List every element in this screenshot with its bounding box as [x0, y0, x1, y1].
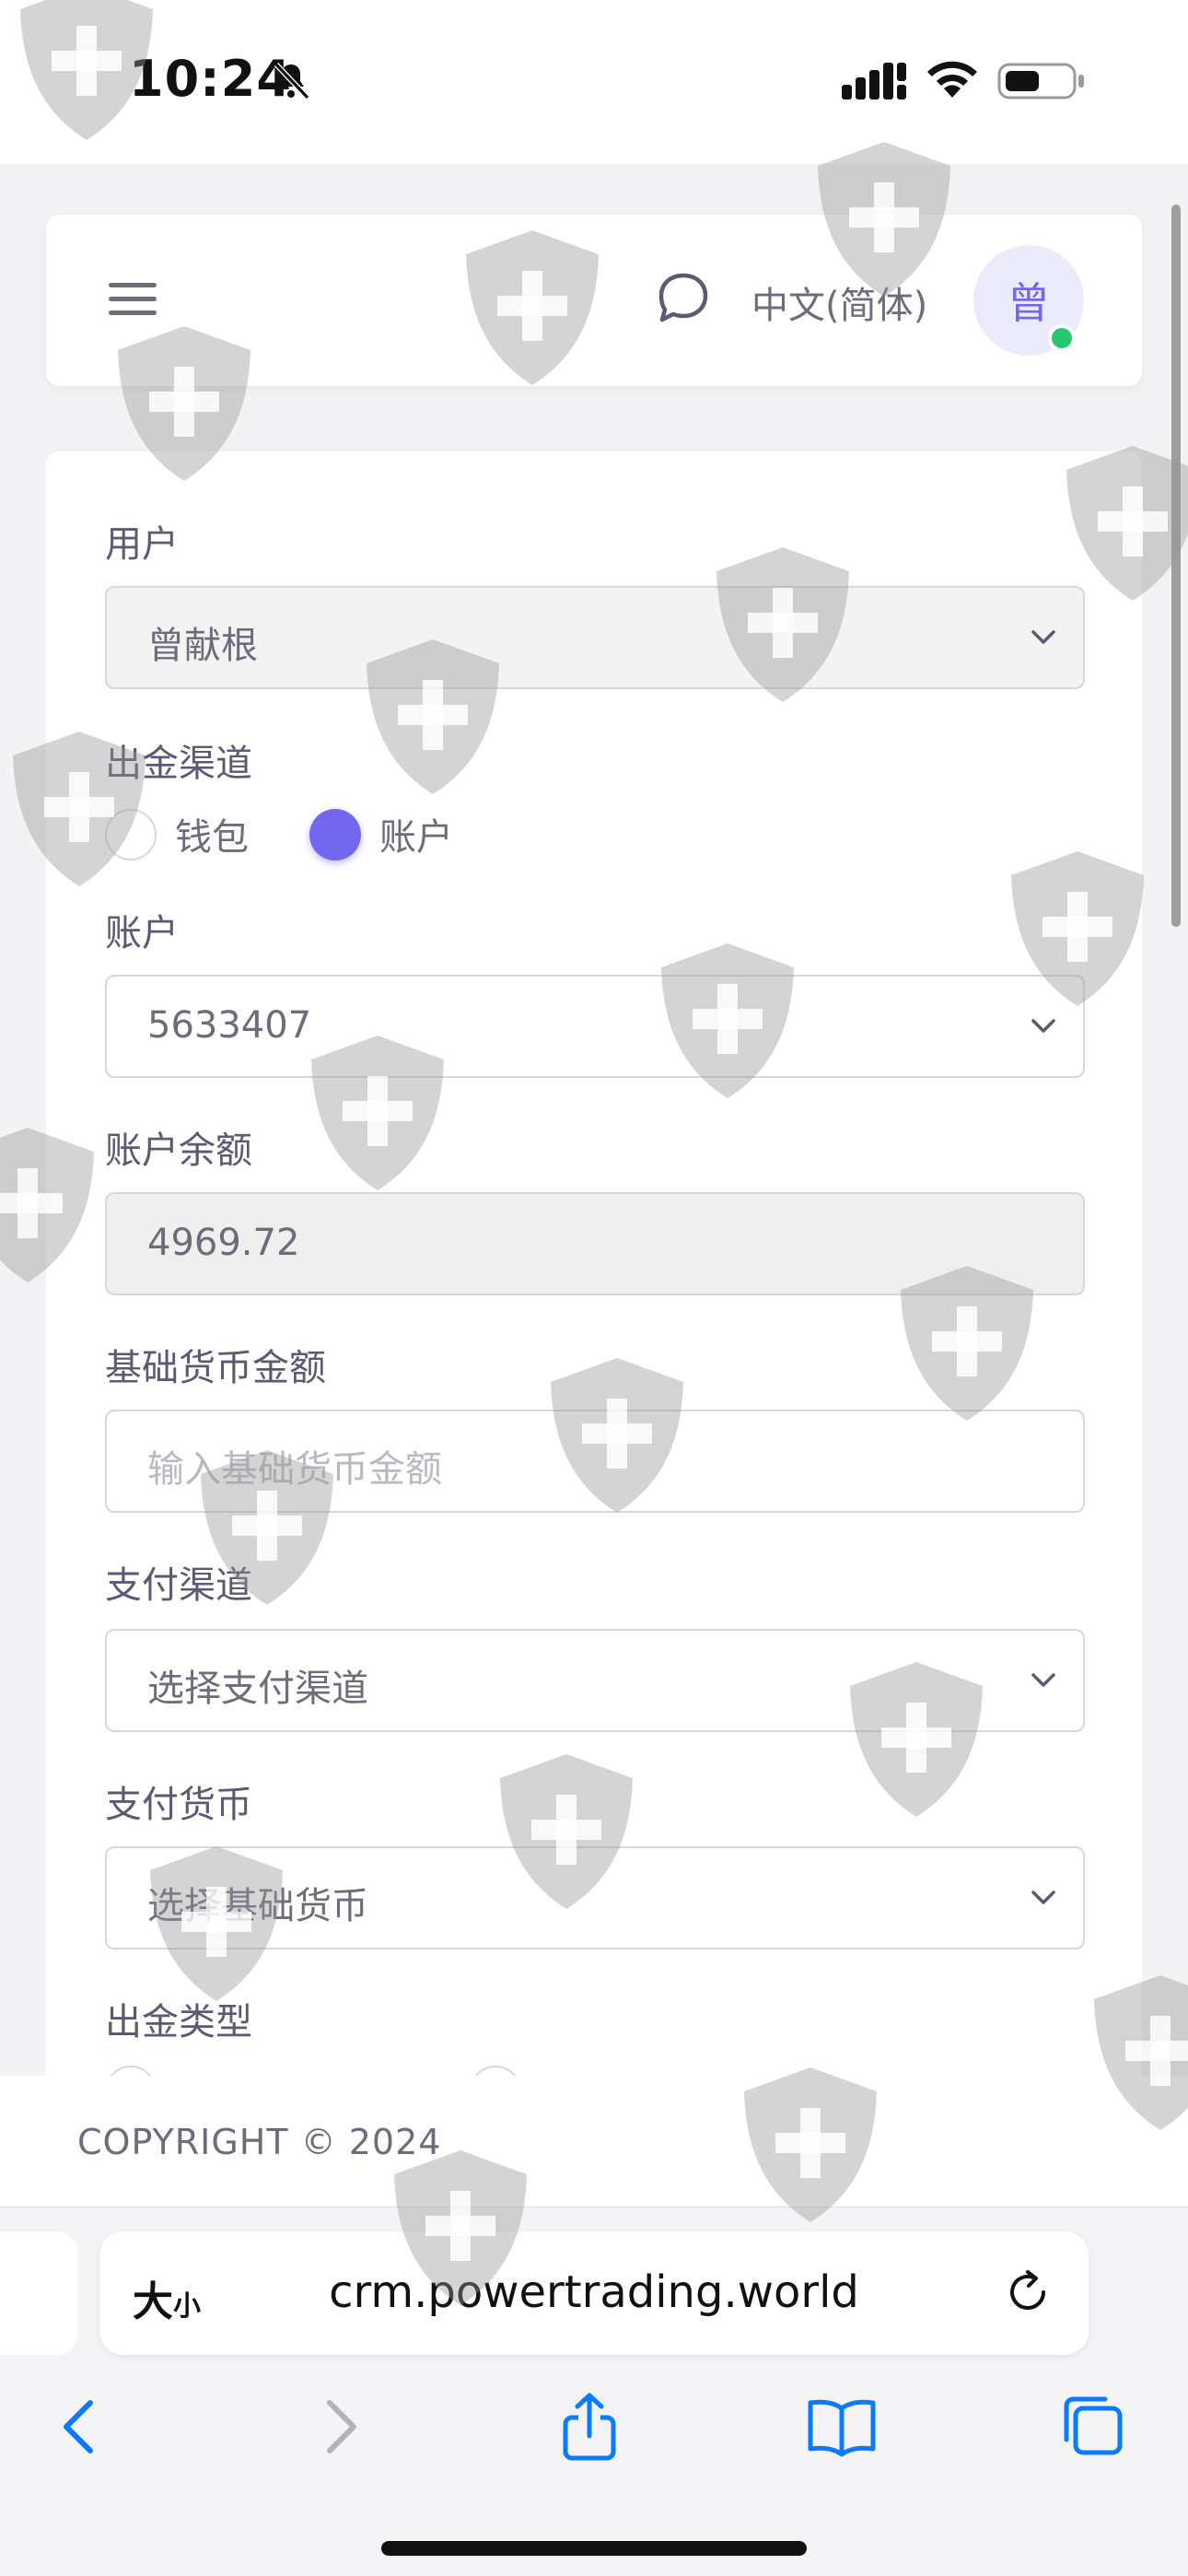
payment-channel-select[interactable]: 选择支付渠道	[105, 1629, 1085, 1732]
home-indicator	[381, 2541, 807, 2556]
url-text[interactable]: crm.powertrading.world	[99, 2266, 1089, 2318]
bookmarks-icon[interactable]	[805, 2390, 879, 2464]
wifi-icon	[927, 61, 977, 98]
status-bar: 10:24	[0, 0, 1188, 164]
top-navbar: 中文(简体) 曾	[46, 215, 1142, 386]
tabs-icon[interactable]	[1055, 2390, 1129, 2464]
address-bar[interactable]: 大小 crm.powertrading.world	[99, 2231, 1089, 2355]
base-amount-label: 基础货币金额	[105, 1347, 326, 1389]
account-balance-value: 4969.72	[147, 1222, 300, 1264]
account-select[interactable]: 5633407	[105, 975, 1085, 1078]
radio-wallet[interactable]	[105, 809, 157, 861]
chevron-down-icon	[1031, 630, 1055, 644]
payment-currency-select-value: 选择基础货币	[147, 1885, 368, 1927]
payment-channel-select-value: 选择支付渠道	[147, 1668, 368, 1710]
bell-slash-icon	[274, 62, 310, 100]
avatar-initial: 曾	[1007, 278, 1050, 328]
previous-tab-peek[interactable]	[0, 2231, 77, 2355]
forward-arrow-icon[interactable]	[302, 2390, 376, 2464]
status-time: 10:24	[129, 50, 292, 108]
withdraw-channel-label: 出金渠道	[105, 743, 252, 785]
page-footer: COPYRIGHT © 2024	[0, 2076, 1188, 2207]
cellular-signal-icon	[842, 63, 906, 100]
radio-account[interactable]	[309, 809, 361, 861]
base-amount-placeholder: 输入基础货币金额	[147, 1448, 442, 1491]
account-label: 账户	[105, 912, 179, 954]
radio-account-label: 账户	[379, 816, 453, 859]
payment-currency-label: 支付货币	[105, 1784, 252, 1826]
withdraw-type-label: 出金类型	[105, 2001, 252, 2043]
base-amount-input[interactable]: 输入基础货币金额	[105, 1410, 1085, 1513]
user-select-value: 曾献根	[147, 625, 258, 667]
hamburger-menu-icon[interactable]	[107, 277, 158, 322]
chat-bubble-icon[interactable]	[654, 268, 713, 327]
language-selector[interactable]: 中文(简体)	[751, 275, 927, 329]
chevron-down-icon	[1031, 1019, 1055, 1033]
payment-currency-select[interactable]: 选择基础货币	[105, 1846, 1085, 1950]
screen: 10:24 中文(简体) 曾 用户 曾献根 出金渠道 钱包 账户 账户 5633…	[0, 0, 1188, 2576]
copyright-text: COPYRIGHT © 2024	[77, 2122, 442, 2162]
browser-toolbar: 大小 crm.powertrading.world	[0, 2207, 1188, 2576]
battery-icon	[997, 63, 1084, 100]
payment-channel-label: 支付渠道	[105, 1564, 252, 1607]
share-icon[interactable]	[553, 2390, 626, 2464]
reload-icon[interactable]	[1000, 2265, 1055, 2320]
account-balance-field: 4969.72	[105, 1192, 1085, 1295]
chevron-down-icon	[1031, 1891, 1055, 1904]
online-status-dot	[1048, 324, 1076, 352]
user-select[interactable]: 曾献根	[105, 586, 1085, 689]
account-balance-label: 账户余额	[105, 1130, 252, 1172]
user-label: 用户	[105, 523, 179, 566]
chevron-down-icon	[1031, 1673, 1055, 1687]
scrollbar[interactable]	[1171, 205, 1181, 927]
withdrawal-form: 用户 曾献根 出金渠道 钱包 账户 账户 5633407 账户余额 4969.7…	[46, 451, 1142, 2117]
back-arrow-icon[interactable]	[44, 2390, 118, 2464]
account-select-value: 5633407	[147, 1004, 312, 1047]
radio-wallet-label: 钱包	[175, 816, 249, 859]
